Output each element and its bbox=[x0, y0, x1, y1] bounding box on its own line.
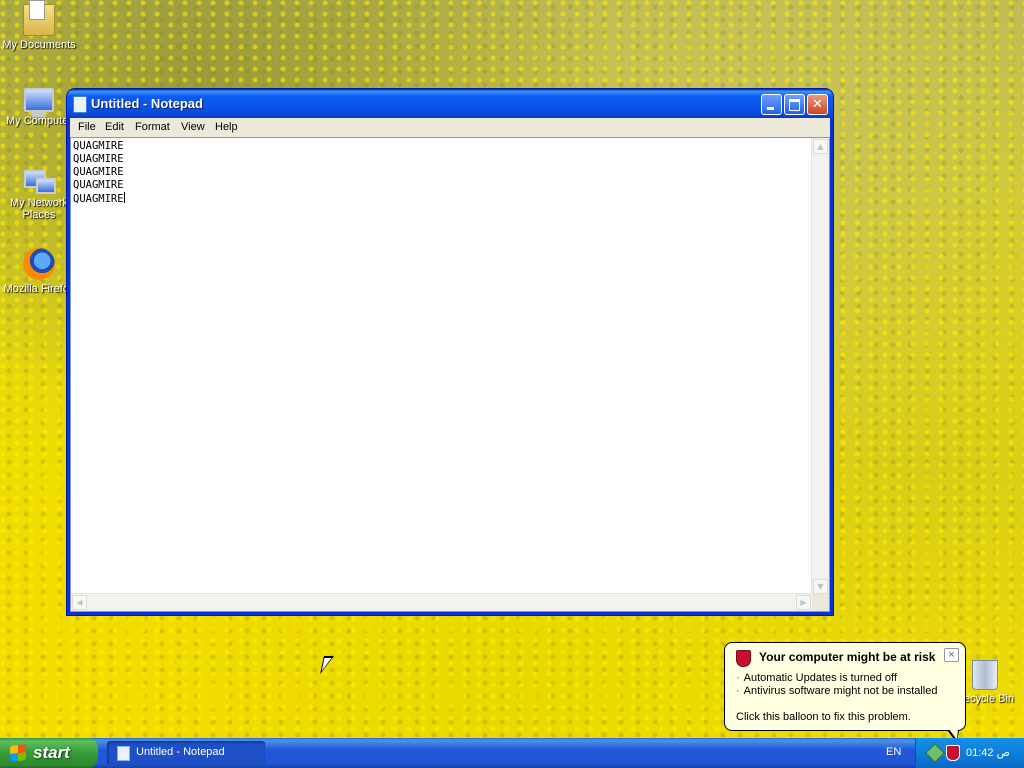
scroll-down-arrow-icon[interactable]: ▼ bbox=[813, 579, 828, 594]
balloon-footer: Click this balloon to fix this problem. bbox=[736, 711, 911, 723]
scroll-left-arrow-icon[interactable]: ◀ bbox=[72, 595, 87, 610]
balloon-title: Your computer might be at risk bbox=[759, 650, 936, 664]
bullet-icon: · bbox=[736, 685, 740, 697]
taskbar-button-label: Untitled - Notepad bbox=[136, 746, 225, 758]
taskbar-button-notepad[interactable]: Untitled - Notepad bbox=[107, 741, 265, 765]
firefox-icon bbox=[23, 248, 55, 280]
text-line: QUAGMIRE bbox=[73, 153, 124, 165]
horizontal-scrollbar[interactable]: ◀ ▶ bbox=[71, 593, 812, 611]
notepad-icon bbox=[117, 746, 130, 761]
window-titlebar[interactable]: Untitled - Notepad ✕ bbox=[67, 89, 833, 118]
window-client: File Edit Format View Help QUAGMIRE QUAG… bbox=[70, 118, 830, 612]
window-title: Untitled - Notepad bbox=[91, 96, 203, 111]
windows-logo-icon bbox=[10, 744, 26, 762]
close-button[interactable]: ✕ bbox=[807, 94, 828, 115]
folder-icon bbox=[23, 0, 55, 36]
language-indicator[interactable]: EN bbox=[886, 746, 901, 758]
menu-bar: File Edit Format View Help bbox=[70, 118, 830, 137]
balloon-line: · Antivirus software might not be install… bbox=[736, 685, 938, 697]
text-line: QUAGMIRE bbox=[73, 140, 124, 152]
menu-format[interactable]: Format bbox=[130, 118, 175, 135]
balloon-close-button[interactable]: × bbox=[944, 648, 959, 662]
mouse-cursor-icon bbox=[320, 656, 334, 674]
notepad-icon bbox=[73, 96, 87, 113]
notepad-window[interactable]: Untitled - Notepad ✕ File Edit Format Vi… bbox=[67, 89, 833, 615]
security-center-tray-icon[interactable] bbox=[946, 745, 960, 761]
text-line: QUAGMIRE bbox=[73, 179, 124, 191]
desktop-icon-label: Mozilla Firefox bbox=[3, 283, 75, 295]
taskbar: start Untitled - Notepad EN 01:42 ص bbox=[0, 738, 1024, 768]
balloon-line-text: Antivirus software might not be installe… bbox=[743, 685, 938, 697]
desktop-icon-label: My Network Places bbox=[9, 197, 69, 221]
text-caret bbox=[123, 192, 125, 203]
text-line: QUAGMIRE bbox=[73, 166, 124, 178]
recycle-bin-icon bbox=[972, 660, 998, 690]
scroll-up-arrow-icon[interactable]: ▲ bbox=[813, 139, 828, 154]
text-line-last: QUAGMIRE bbox=[73, 192, 810, 206]
clock[interactable]: 01:42 ص bbox=[966, 746, 1010, 759]
security-balloon[interactable]: Your computer might be at risk × · Automa… bbox=[724, 642, 966, 743]
system-tray: 01:42 ص bbox=[915, 738, 1024, 768]
menu-help[interactable]: Help bbox=[210, 118, 243, 135]
desktop-icon-label: My Documents bbox=[2, 39, 76, 51]
computer-icon bbox=[24, 88, 54, 117]
start-label: start bbox=[33, 743, 70, 762]
menu-file[interactable]: File bbox=[73, 118, 101, 135]
network-tray-icon[interactable] bbox=[925, 743, 945, 763]
text-line: QUAGMIRE bbox=[73, 193, 124, 205]
desktop-icon-my-documents[interactable]: My Documents bbox=[0, 0, 78, 51]
bullet-icon: · bbox=[736, 672, 740, 684]
menu-edit[interactable]: Edit bbox=[100, 118, 129, 135]
menu-view[interactable]: View bbox=[176, 118, 210, 135]
start-button[interactable]: start bbox=[0, 738, 98, 768]
network-icon bbox=[24, 168, 56, 194]
minimize-button[interactable] bbox=[761, 94, 782, 115]
balloon-line-text: Automatic Updates is turned off bbox=[743, 672, 897, 684]
security-shield-icon bbox=[736, 650, 751, 667]
vertical-scrollbar[interactable]: ▲ ▼ bbox=[811, 138, 829, 595]
maximize-button[interactable] bbox=[784, 94, 805, 115]
editor-text[interactable]: QUAGMIRE QUAGMIRE QUAGMIRE QUAGMIRE QUAG… bbox=[73, 140, 810, 594]
balloon-line: · Automatic Updates is turned off bbox=[736, 672, 897, 684]
resize-grip-icon[interactable] bbox=[812, 594, 829, 611]
scroll-right-arrow-icon[interactable]: ▶ bbox=[796, 595, 811, 610]
text-editor[interactable]: QUAGMIRE QUAGMIRE QUAGMIRE QUAGMIRE QUAG… bbox=[70, 137, 830, 612]
